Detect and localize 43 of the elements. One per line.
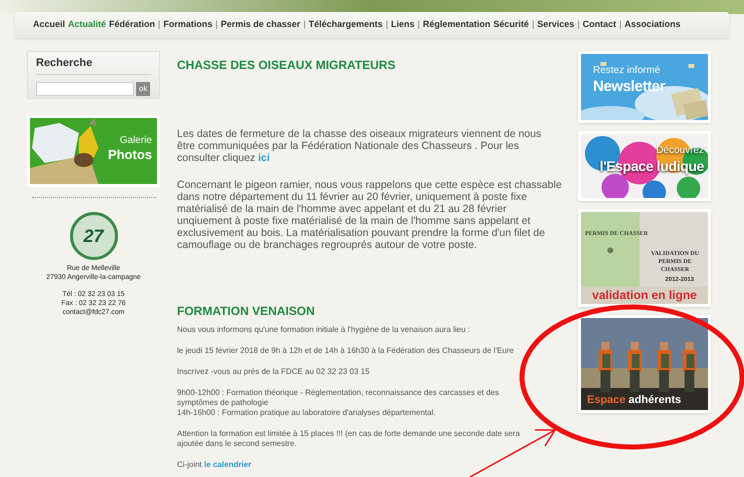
nav-link[interactable]: Accueil — [33, 18, 66, 32]
article-paragraph: Nous vous informons qu'une formation initiale à l'hygiène de la venaison aura lieu : — [177, 325, 472, 335]
logo-number: 27 — [83, 224, 104, 248]
banner-title-accent: Espace — [587, 395, 626, 406]
banner-title: adhérents — [628, 395, 682, 406]
nav-separator: | — [215, 18, 218, 32]
article-title: FORMATION VENAISON — [177, 303, 316, 320]
nav-separator: | — [577, 18, 580, 32]
nav-link[interactable]: Contact — [582, 18, 616, 32]
nav-separator: | — [303, 18, 306, 32]
article-paragraph: Ci-joint le calendrier — [177, 460, 252, 470]
banner-subtitle: Galerie — [118, 136, 152, 146]
nav-separator: | — [158, 18, 160, 32]
nav-separator: | — [386, 18, 388, 32]
banner-title: Newsletter — [593, 79, 666, 94]
nav-separator: | — [418, 18, 420, 32]
nav-link[interactable]: Formations — [163, 18, 212, 32]
banner-title: Photos — [108, 148, 152, 161]
nav-link[interactable]: Associations — [624, 18, 681, 32]
article-paragraph: Inscrivez -vous au près de la FDCE au 02 32 23 03 15 — [177, 367, 371, 377]
nav-link[interactable]: Permis de chasser — [220, 18, 300, 32]
article-paragraph: le jeudi 15 février 2018 de 9h à 12h et de 14h à 16h30 à la Fédération des Chasseurs de l'Eure — [177, 346, 515, 356]
nav-link[interactable]: Liens — [391, 18, 415, 32]
article-paragraph: 14h-16h00 : Formation pratique au laboratoire d'analyses départemental. — [177, 408, 437, 418]
article-title: CHASSE DES OISEAUX MIGRATEURS — [177, 57, 396, 74]
article-paragraph: Attention la formation est limitée à 15 places !!! (en cas de forte demande une seconde date sera ajoutée dans le second semestre. — [177, 429, 520, 449]
article-paragraph: 9h00-12h00 : Formation théorique - Réglementation, reconnaissance des carcasses et des symptômes de pathologie — [177, 388, 500, 408]
nav-separator: | — [532, 18, 534, 32]
nav-link[interactable]: Réglementation — [422, 18, 490, 32]
search-title: Recherche — [36, 55, 151, 74]
nav-link[interactable]: Sécurité — [493, 18, 529, 32]
search-button[interactable]: ok — [136, 82, 150, 96]
nav-link[interactable]: Actualité — [68, 18, 106, 32]
espace-adherents-banner[interactable]: Espace adhérents — [578, 315, 711, 413]
banner-title: validation en ligne — [591, 289, 698, 301]
banner-subtitle: Restez informé — [593, 66, 662, 76]
nav-link[interactable]: Téléchargements — [308, 18, 383, 32]
article-paragraph: Concernant le pigeon ramier, nous vous rappelons que cette espèce est chassable dans notre département du 11 février au 20 février, uniquement à poste fixe matérialisé de la main de l'homme avec appelant et du 21 au 28 février unqiuement à poste fixe matérialisé de la main de l'homme sans appelant et exclusivement au bois. La matérialisation pouvant prendre la forme d'un filet de camouflage ou de branchages regrouprés autour de votre poste. — [177, 179, 562, 251]
nav-link[interactable]: Fédération — [109, 18, 156, 32]
nav-separator: | — [619, 18, 622, 32]
nav-link[interactable]: Services — [537, 18, 574, 32]
search-field[interactable] — [36, 82, 134, 96]
article-paragraph: Les dates de fermeture de la chasse des oiseaux migrateurs viennent de nous être communiquées par la Fédération Nationale des Chasseurs . Pour les consulter cliquez ici — [177, 128, 542, 164]
